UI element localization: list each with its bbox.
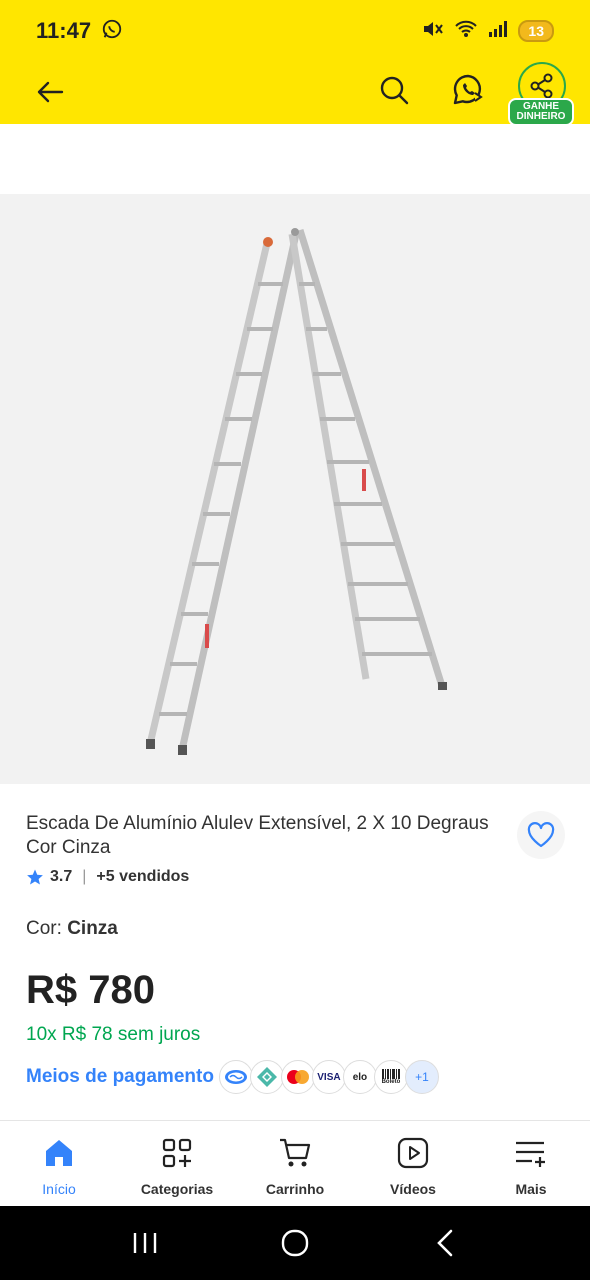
price: R$ 780 xyxy=(26,968,155,1012)
elo-icon: elo xyxy=(342,1060,377,1094)
payment-icons: VISA elo Boleto +1 xyxy=(218,1060,439,1094)
bottom-nav: Início Categorias Carrinho Vídeos Mais xyxy=(0,1120,590,1206)
back-arrow-icon xyxy=(37,81,64,103)
status-bar: 11:47 13 xyxy=(0,0,590,62)
home-system-button[interactable] xyxy=(275,1223,315,1263)
recent-apps-icon xyxy=(133,1233,157,1253)
rating-row[interactable]: 3.7 | +5 vendidos xyxy=(26,868,189,886)
back-system-button[interactable] xyxy=(425,1223,465,1263)
product-title: Escada De Alumínio Alulev Extensível, 2 … xyxy=(26,813,489,858)
home-system-icon xyxy=(281,1229,309,1257)
share-earn-badge: GANHE DINHEIRO xyxy=(508,98,574,126)
more-payment-methods[interactable]: +1 xyxy=(404,1060,439,1094)
color-row: Cor: Cinza xyxy=(26,918,118,940)
more-icon xyxy=(513,1135,549,1171)
boleto-icon: Boleto xyxy=(373,1060,408,1094)
back-system-icon xyxy=(437,1229,453,1257)
visa-icon: VISA xyxy=(311,1060,346,1094)
mercado-pago-icon xyxy=(218,1060,253,1094)
nav-label-more: Mais xyxy=(515,1181,547,1197)
search-button[interactable] xyxy=(376,72,412,108)
nav-item-cart[interactable]: Carrinho xyxy=(236,1121,354,1206)
payment-methods-link[interactable]: Meios de pagamento xyxy=(26,1066,214,1088)
system-nav-bar xyxy=(0,1206,590,1280)
spacer xyxy=(0,124,590,194)
nav-label-videos: Vídeos xyxy=(390,1181,436,1197)
whatsapp-icon xyxy=(453,74,483,105)
share-earn-button[interactable]: GANHE DINHEIRO xyxy=(508,62,574,126)
ladder-product-image xyxy=(146,228,447,755)
mastercard-icon xyxy=(280,1060,315,1094)
sold-count: +5 vendidos xyxy=(96,868,190,885)
share-icon xyxy=(530,73,553,99)
color-label: Cor: xyxy=(26,918,68,939)
pix-icon xyxy=(249,1060,284,1094)
color-value: Cinza xyxy=(67,918,118,939)
nav-item-more[interactable]: Mais xyxy=(472,1121,590,1206)
home-icon xyxy=(41,1135,77,1171)
whatsapp-notification-icon xyxy=(101,18,123,45)
cart-icon xyxy=(277,1135,313,1171)
nav-item-home[interactable]: Início xyxy=(0,1121,118,1206)
rating-value: 3.7 xyxy=(50,868,73,885)
status-time: 11:47 xyxy=(36,18,92,43)
battery-badge: 13 xyxy=(518,20,554,42)
whatsapp-share-button[interactable] xyxy=(448,70,488,110)
installments: 10x R$ 78 sem juros xyxy=(26,1024,201,1045)
recent-apps-button[interactable] xyxy=(125,1223,165,1263)
categories-icon xyxy=(159,1135,195,1171)
nav-label-cart: Carrinho xyxy=(265,1181,325,1197)
search-icon xyxy=(380,76,409,105)
payment-row[interactable]: Meios de pagamento VISA elo Boleto +1 xyxy=(26,1060,439,1094)
top-nav: GANHE DINHEIRO xyxy=(0,62,590,126)
wifi-icon xyxy=(454,19,478,44)
star-icon xyxy=(27,869,43,885)
nav-item-videos[interactable]: Vídeos xyxy=(354,1121,472,1206)
boleto-label: Boleto xyxy=(381,1079,401,1085)
nav-item-categories[interactable]: Categorias xyxy=(118,1121,236,1206)
heart-icon xyxy=(527,822,555,848)
signal-icon xyxy=(488,20,508,43)
videos-icon xyxy=(395,1135,431,1171)
back-button[interactable] xyxy=(32,74,68,110)
divider: | xyxy=(82,868,87,885)
nav-label-home: Início xyxy=(42,1181,76,1197)
mute-icon xyxy=(422,19,444,44)
favorite-button[interactable] xyxy=(517,811,565,859)
nav-label-categories: Categorias xyxy=(140,1181,214,1197)
product-image-gallery[interactable] xyxy=(0,194,590,784)
